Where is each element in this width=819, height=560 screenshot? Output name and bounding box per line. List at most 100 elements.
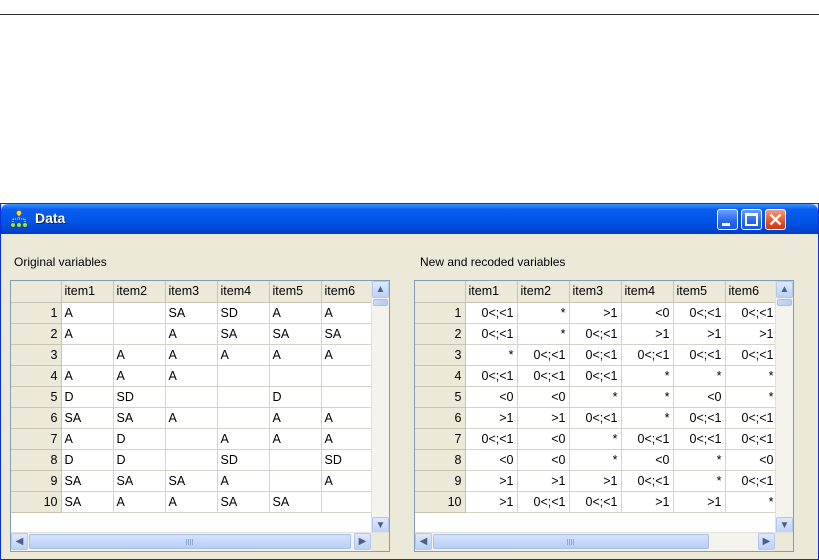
table-cell[interactable]: 0<;<1	[621, 470, 674, 492]
vertical-scroll-thumb[interactable]	[373, 299, 388, 306]
table-cell[interactable]: >1	[569, 302, 622, 324]
table-cell[interactable]: 0<;<1	[465, 323, 518, 345]
table-cell[interactable]	[113, 302, 166, 324]
table-cell[interactable]: A	[165, 344, 218, 366]
table-cell[interactable]: 0<;<1	[621, 344, 674, 366]
table-cell[interactable]: >1	[673, 323, 726, 345]
column-header-item1[interactable]: item1	[61, 281, 114, 303]
table-cell[interactable]	[321, 365, 374, 387]
row-number[interactable]: 7	[415, 428, 466, 450]
row-number[interactable]: 3	[415, 344, 466, 366]
table-cell[interactable]: >1	[569, 470, 622, 492]
table-cell[interactable]: A	[321, 344, 374, 366]
vertical-scrollbar[interactable]: ▲ ▼	[775, 281, 793, 534]
table-cell[interactable]: >1	[673, 491, 726, 513]
table-cell[interactable]: 0<;<1	[673, 344, 726, 366]
row-number[interactable]: 4	[415, 365, 466, 387]
table-cell[interactable]: 0<;<1	[725, 344, 778, 366]
row-number[interactable]: 9	[415, 470, 466, 492]
table-cell[interactable]: >1	[517, 470, 570, 492]
table-cell[interactable]	[165, 386, 218, 408]
table-cell[interactable]: SD	[217, 449, 270, 471]
column-header-item4[interactable]: item4	[621, 281, 674, 303]
table-cell[interactable]	[321, 386, 374, 408]
table-cell[interactable]: *	[673, 470, 726, 492]
row-number[interactable]: 4	[11, 365, 62, 387]
row-number[interactable]: 6	[415, 407, 466, 429]
table-cell[interactable]: 0<;<1	[517, 491, 570, 513]
table-cell[interactable]: SD	[217, 302, 270, 324]
table-cell[interactable]: *	[621, 407, 674, 429]
table-cell[interactable]: A	[61, 302, 114, 324]
table-cell[interactable]: *	[569, 386, 622, 408]
column-header-item5[interactable]: item5	[673, 281, 726, 303]
scroll-up-button[interactable]: ▲	[776, 281, 793, 298]
table-cell[interactable]: <0	[621, 302, 674, 324]
table-cell[interactable]: >1	[621, 323, 674, 345]
table-cell[interactable]: <0	[517, 428, 570, 450]
table-cell[interactable]: *	[517, 323, 570, 345]
column-header-item2[interactable]: item2	[113, 281, 166, 303]
table-cell[interactable]: A	[113, 365, 166, 387]
table-cell[interactable]: SA	[269, 491, 322, 513]
table-cell[interactable]: SA	[61, 491, 114, 513]
original-variables-grid[interactable]: item1 item2 item3 item4 item5 item6 1 A SA SD A A 2…	[10, 280, 390, 552]
table-cell[interactable]	[321, 491, 374, 513]
table-cell[interactable]: >1	[465, 407, 518, 429]
title-bar[interactable]: Data	[1, 204, 818, 234]
table-cell[interactable]: A	[165, 323, 218, 345]
row-number[interactable]: 9	[11, 470, 62, 492]
table-cell[interactable]: 0<;<1	[673, 407, 726, 429]
table-cell[interactable]: SA	[217, 323, 270, 345]
table-cell[interactable]: A	[113, 344, 166, 366]
table-cell[interactable]: 0<;<1	[725, 407, 778, 429]
table-cell[interactable]	[165, 449, 218, 471]
table-cell[interactable]: *	[725, 365, 778, 387]
table-cell[interactable]: >1	[517, 407, 570, 429]
table-cell[interactable]: >1	[465, 491, 518, 513]
table-cell[interactable]: A	[321, 407, 374, 429]
table-cell[interactable]: *	[673, 365, 726, 387]
table-cell[interactable]: <0	[725, 449, 778, 471]
table-cell[interactable]: <0	[673, 386, 726, 408]
table-cell[interactable]: <0	[621, 449, 674, 471]
table-cell[interactable]: 0<;<1	[725, 302, 778, 324]
table-cell[interactable]: 0<;<1	[465, 302, 518, 324]
table-cell[interactable]: >1	[621, 491, 674, 513]
table-cell[interactable]: A	[321, 470, 374, 492]
table-cell[interactable]	[269, 365, 322, 387]
table-cell[interactable]: A	[61, 428, 114, 450]
scroll-left-button[interactable]: ◀	[11, 533, 28, 550]
row-number[interactable]: 8	[415, 449, 466, 471]
maximize-button[interactable]	[741, 209, 762, 230]
table-cell[interactable]: SA	[61, 470, 114, 492]
table-cell[interactable]	[269, 470, 322, 492]
table-cell[interactable]: >1	[465, 470, 518, 492]
table-cell[interactable]: SA	[321, 323, 374, 345]
table-cell[interactable]: *	[725, 491, 778, 513]
table-cell[interactable]	[61, 344, 114, 366]
table-cell[interactable]: SD	[113, 386, 166, 408]
table-cell[interactable]: A	[217, 344, 270, 366]
table-cell[interactable]: 0<;<1	[673, 428, 726, 450]
row-number[interactable]: 6	[11, 407, 62, 429]
minimize-button[interactable]	[717, 209, 738, 230]
table-cell[interactable]: <0	[517, 386, 570, 408]
table-cell[interactable]: *	[621, 386, 674, 408]
table-cell[interactable]: A	[165, 365, 218, 387]
table-cell[interactable]: A	[113, 491, 166, 513]
table-cell[interactable]: 0<;<1	[569, 407, 622, 429]
table-cell[interactable]: *	[673, 449, 726, 471]
close-button[interactable]	[765, 209, 786, 230]
horizontal-scroll-thumb[interactable]	[29, 534, 351, 549]
table-cell[interactable]: 0<;<1	[569, 365, 622, 387]
table-cell[interactable]: SA	[165, 470, 218, 492]
table-cell[interactable]: 0<;<1	[465, 365, 518, 387]
column-header-item6[interactable]: item6	[321, 281, 374, 303]
table-cell[interactable]: A	[61, 365, 114, 387]
table-cell[interactable]: A	[321, 302, 374, 324]
column-header-item3[interactable]: item3	[165, 281, 218, 303]
table-cell[interactable]	[165, 428, 218, 450]
row-number[interactable]: 2	[415, 323, 466, 345]
scroll-right-button[interactable]: ▶	[758, 533, 775, 550]
